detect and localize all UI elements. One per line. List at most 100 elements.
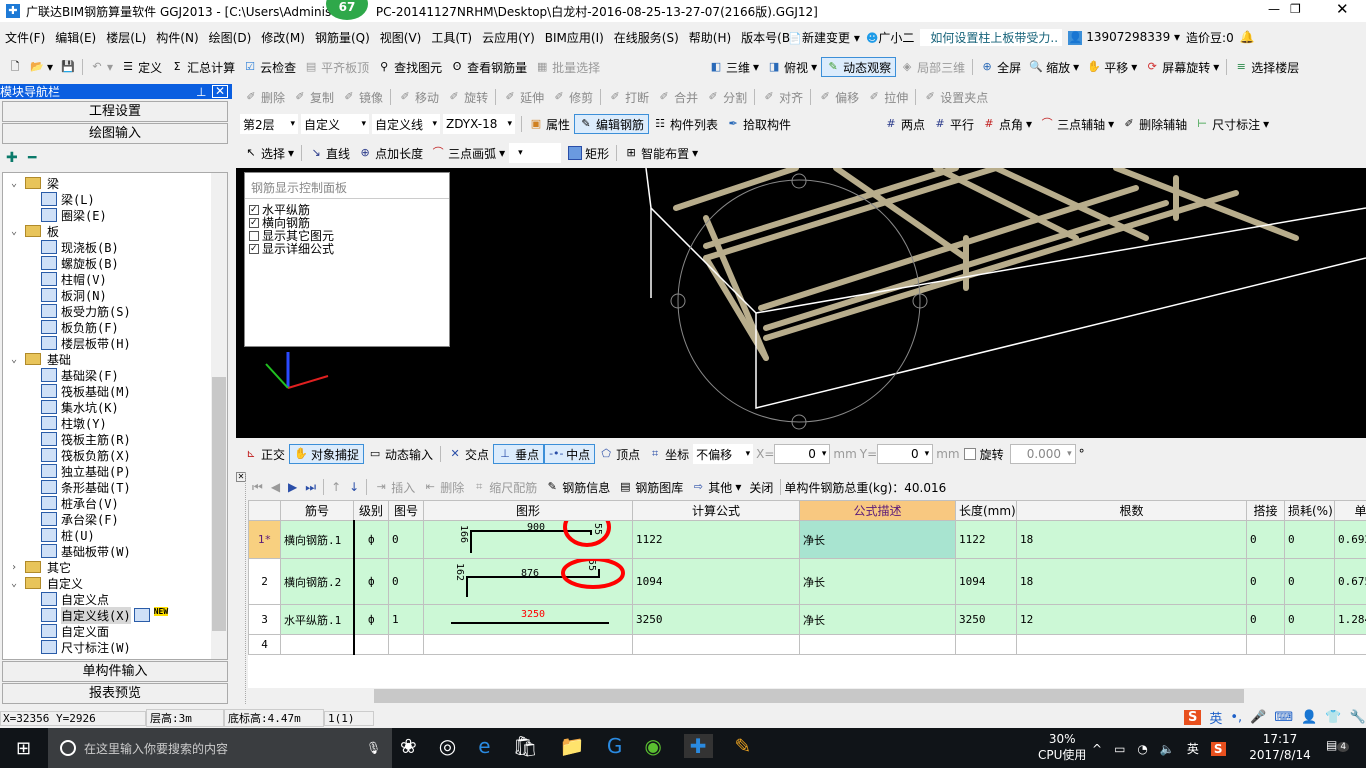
cell-loss[interactable]: 0 [1284, 558, 1335, 605]
tree-item[interactable]: 集水坑(K) [41, 399, 119, 415]
tree-item[interactable]: ⌄ 板 [11, 223, 59, 239]
x-input[interactable]: 0 [774, 444, 831, 464]
cell-fig[interactable]: 0 [388, 520, 424, 559]
cell-count[interactable]: 12 [1016, 604, 1247, 635]
cell-name[interactable]: 横向钢筋.1 [280, 520, 355, 559]
volume-icon[interactable]: 🔈 [1160, 742, 1175, 756]
cell-len[interactable] [955, 634, 1017, 655]
cell-lap[interactable] [1246, 634, 1285, 655]
cell-w[interactable]: 0.692 [1334, 520, 1366, 559]
table-row[interactable]: 1*横向钢筋.1ф0166900551122净长112218000.692 [248, 507, 1366, 559]
three-point-axis-button[interactable]: ⌒ 三点辅轴 ▾ [1036, 114, 1118, 134]
cell-n[interactable]: 4 [248, 634, 281, 655]
menu-item[interactable]: 云应用(Y) [477, 29, 540, 46]
battery-icon[interactable]: ▭ [1114, 742, 1125, 756]
open-button[interactable]: 📂 ▾ [26, 57, 57, 77]
column-header[interactable]: 公式描述 [799, 500, 956, 521]
column-header[interactable]: 搭接 [1246, 500, 1285, 521]
edit-tool-button[interactable]: ✐ 复制 [289, 87, 338, 107]
tree-scrollbar[interactable] [211, 173, 227, 659]
cell-shape[interactable]: 162 876 55 [423, 557, 633, 605]
cell-desc[interactable] [799, 634, 956, 655]
single-input-button[interactable]: 单构件输入 [2, 661, 228, 682]
close-button[interactable]: ✕ [1336, 0, 1349, 18]
cell-len[interactable]: 1094 [955, 558, 1017, 605]
component-list-button[interactable]: ☷ 构件列表 [649, 114, 722, 134]
explorer-icon[interactable]: 📁 [560, 734, 585, 758]
edit-tool-button[interactable]: ✐ 修剪 [548, 87, 597, 107]
cell-count[interactable]: 18 [1016, 520, 1247, 559]
menu-item[interactable]: 楼层(L) [101, 29, 151, 46]
dynamic-input-button[interactable]: ▭ 动态输入 [364, 444, 437, 464]
rebar-info-button[interactable]: ✎ 钢筋信息 [541, 477, 614, 497]
tree-item[interactable]: 桩承台(V) [41, 495, 119, 511]
align-top-button[interactable]: ▤ 平齐板顶 [300, 57, 373, 77]
pan-button[interactable]: ✋ 平移 ▾ [1083, 57, 1141, 77]
angle-input[interactable]: 0.000 [1009, 444, 1076, 464]
menu-item[interactable]: 工具(T) [426, 29, 477, 46]
cell-formula[interactable] [632, 634, 800, 655]
save-button[interactable]: 💾 [57, 57, 79, 77]
tree-item[interactable]: 螺旋板(B) [41, 255, 119, 271]
tree-item[interactable]: 桩(U) [41, 527, 95, 543]
offset-select[interactable]: 不偏移 [693, 444, 754, 464]
collapse-all-icon[interactable]: ━ [28, 150, 36, 166]
cell-loss[interactable] [1284, 634, 1335, 655]
column-header[interactable]: 筋号 [280, 500, 354, 521]
point-length-button[interactable]: ⊕ 点加长度 [354, 143, 427, 163]
cell-lap[interactable]: 0 [1246, 604, 1285, 635]
chevron-down-icon[interactable]: ⌄ [11, 178, 25, 189]
edit-tool-button[interactable]: ✐ 打断 [604, 87, 653, 107]
checkbox[interactable]: ✓ [249, 217, 259, 228]
menu-item[interactable]: 编辑(E) [50, 29, 101, 46]
menu-item[interactable]: 修改(M) [256, 29, 310, 46]
column-header[interactable]: 根数 [1016, 500, 1247, 521]
prev-record-button[interactable]: ◀ [267, 477, 284, 497]
menu-item[interactable]: 绘图(D) [204, 29, 257, 46]
object-snap-button[interactable]: ✋ 对象捕捉 [289, 444, 365, 464]
browser-icon[interactable]: ◉ [644, 734, 661, 758]
edit-tool-button[interactable]: ✐ 删除 [240, 87, 289, 107]
type-select[interactable]: 自定义 [301, 114, 369, 134]
move-up-button[interactable]: ↑ [327, 477, 345, 497]
last-record-button[interactable]: ⏭ [301, 477, 320, 497]
menu-item[interactable]: BIM应用(I) [540, 29, 609, 46]
arc-mode-select[interactable] [509, 143, 562, 163]
midpoint-snap-button[interactable]: -•- 中点 [544, 444, 596, 464]
cell-name[interactable]: 横向钢筋.2 [280, 558, 355, 605]
table-row[interactable]: 4 [248, 634, 1366, 655]
checkbox[interactable]: ✓ [249, 204, 259, 215]
column-header[interactable]: 计算公式 [632, 500, 800, 521]
cell-formula[interactable]: 1122 [632, 520, 800, 559]
app-swirl-icon[interactable]: ◎ [439, 734, 456, 758]
tree-item[interactable]: ⌄ 基础 [11, 351, 71, 367]
tree-item[interactable]: 尺寸标注(W) [41, 639, 131, 655]
other-menu[interactable]: ⇨ 其他 ▾ [687, 477, 745, 497]
tree-item[interactable]: 柱帽(V) [41, 271, 107, 287]
subtype-select[interactable]: 自定义线 [372, 114, 440, 134]
cell-name[interactable]: 水平纵筋.1 [280, 604, 355, 635]
chevron-down-icon[interactable]: ⌄ [11, 226, 25, 237]
tree-item[interactable]: 条形基础(T) [41, 479, 131, 495]
properties-button[interactable]: ▣ 属性 [525, 114, 574, 134]
menu-item[interactable]: 钢筋量(Q) [310, 29, 375, 46]
hscroll-thumb[interactable] [374, 689, 1244, 703]
cell-n[interactable]: 3 [248, 604, 281, 635]
table-row[interactable]: 3水平纵筋.1ф132503250净长325012001.284 [248, 604, 1366, 635]
chevron-right-icon[interactable]: › [11, 562, 25, 573]
tree-item[interactable]: 基础梁(F) [41, 367, 119, 383]
batch-select-button[interactable]: ▦ 批量选择 [531, 57, 604, 77]
user-ime-icon[interactable]: 👤 [1301, 710, 1317, 725]
tree-item[interactable]: ⌄ 梁 [11, 175, 59, 191]
cell-formula[interactable]: 1094 [632, 558, 800, 605]
expand-all-icon[interactable]: ✚ [6, 150, 18, 166]
draw-input-button[interactable]: 绘图输入 [2, 123, 228, 144]
select-button[interactable]: ↖ 选择 ▾ [240, 143, 298, 163]
column-header[interactable]: 单重 [1334, 500, 1366, 521]
chevron-down-icon[interactable]: ⌄ [11, 578, 25, 589]
insert-button[interactable]: ⇥ 插入 [370, 477, 419, 497]
cell-grade[interactable]: ф [353, 520, 389, 559]
cell-grade[interactable]: ф [353, 558, 389, 605]
glodon-icon[interactable]: G [607, 734, 623, 758]
tree-item[interactable]: ⌄ 自定义 [11, 575, 83, 591]
